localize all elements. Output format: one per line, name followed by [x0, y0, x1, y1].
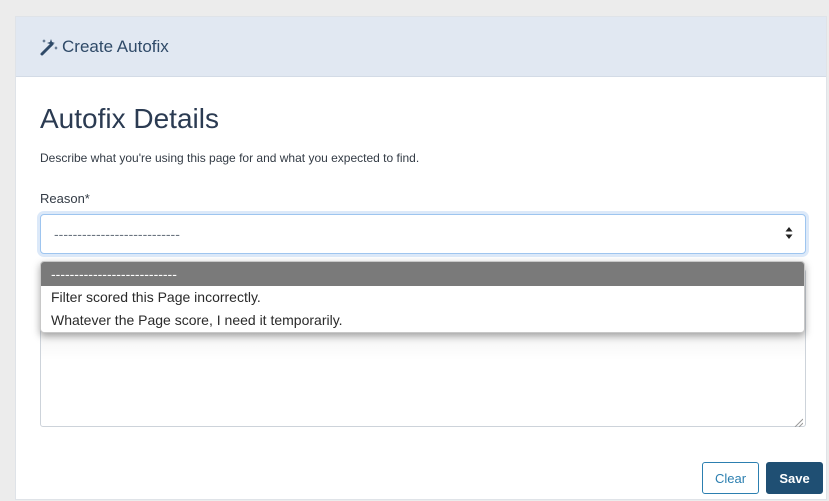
reason-option-placeholder[interactable]: ---------------------------	[41, 262, 804, 286]
clear-button[interactable]: Clear	[702, 462, 759, 494]
page-description: Describe what you're using this page for…	[40, 151, 420, 165]
save-button[interactable]: Save	[766, 462, 823, 494]
reason-option-incorrect-score[interactable]: Filter scored this Page incorrectly.	[41, 286, 804, 309]
magic-wand-icon	[39, 37, 59, 57]
select-arrows-icon	[785, 226, 793, 240]
reason-dropdown-list: --------------------------- Filter score…	[40, 261, 805, 333]
page-title: Autofix Details	[40, 103, 219, 134]
autofix-card: Create Autofix Autofix Details Describe …	[15, 16, 827, 500]
resize-grip-icon[interactable]	[793, 414, 804, 428]
reason-select-value: ---------------------------	[54, 226, 180, 242]
reason-label: Reason*	[40, 191, 90, 206]
reason-select[interactable]: ---------------------------	[40, 214, 806, 254]
reason-option-temporary[interactable]: Whatever the Page score, I need it tempo…	[41, 309, 804, 332]
card-header: Create Autofix	[16, 17, 826, 77]
card-header-title: Create Autofix	[62, 36, 169, 56]
